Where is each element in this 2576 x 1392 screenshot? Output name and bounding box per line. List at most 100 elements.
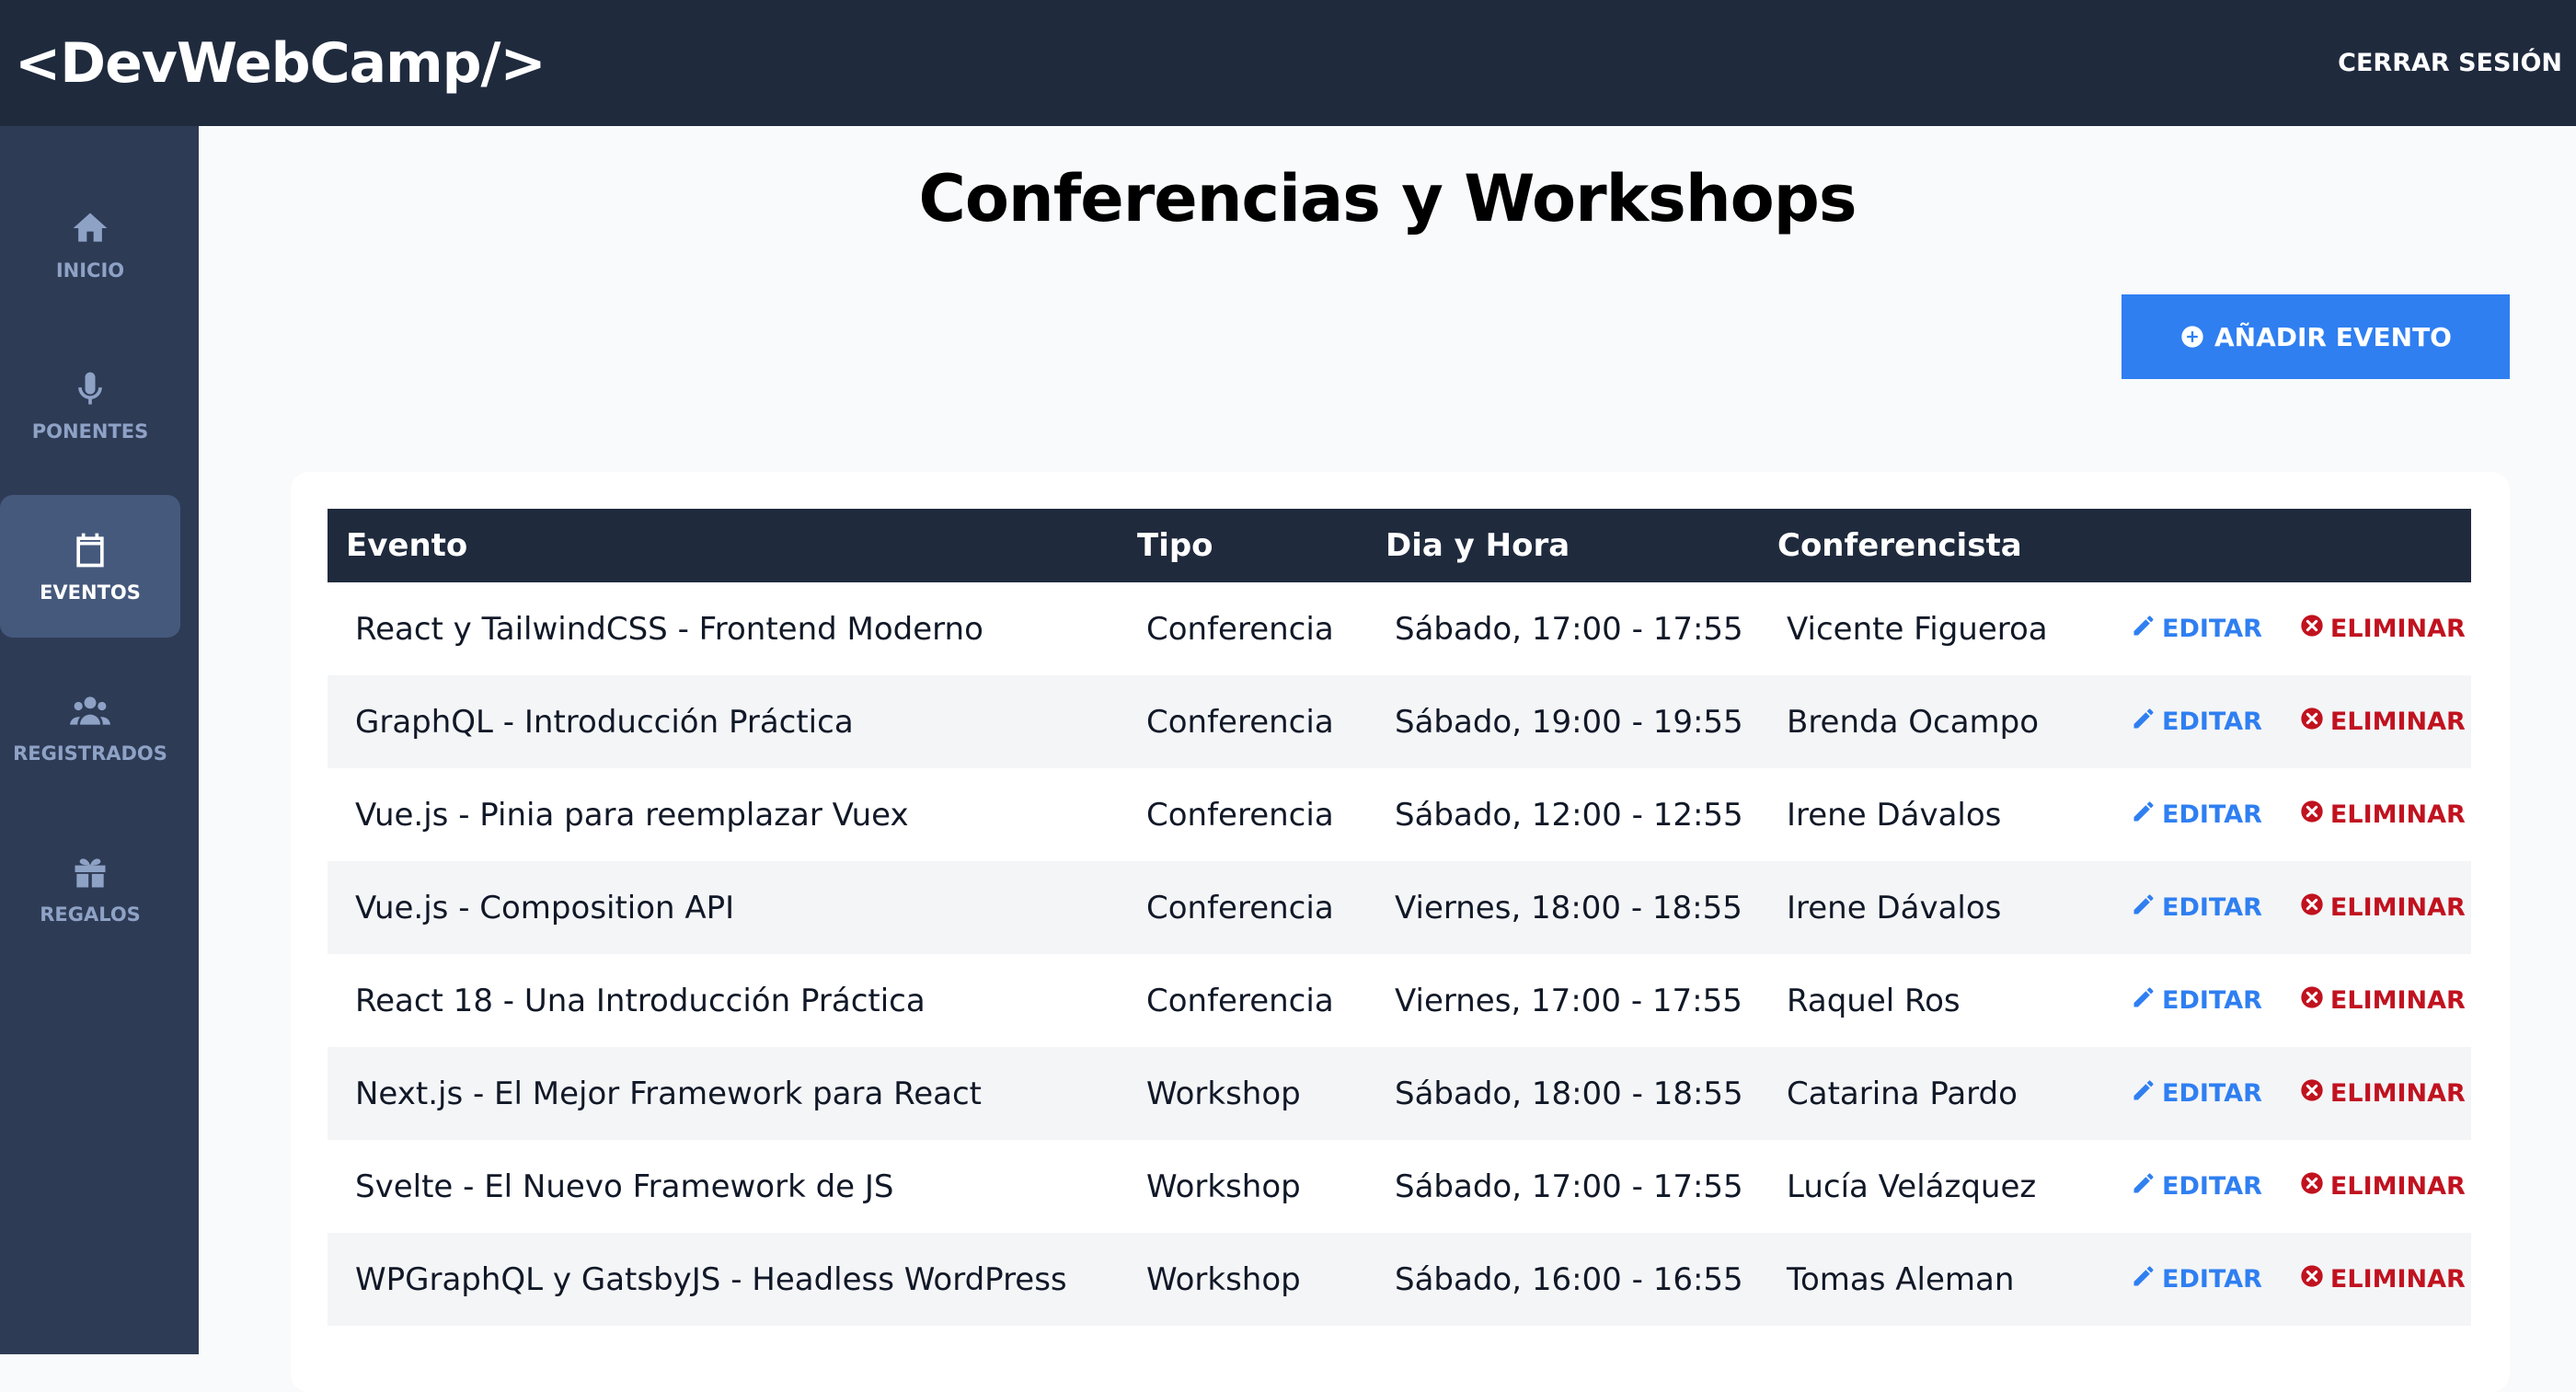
close-circle-icon: [2299, 1263, 2325, 1295]
cell-dia-hora: Sábado, 16:00 - 16:55: [1395, 1260, 1743, 1298]
cell-evento: Svelte - El Nuevo Framework de JS: [355, 1168, 894, 1205]
cell-dia-hora: Sábado, 18:00 - 18:55: [1395, 1075, 1743, 1112]
cell-actions: EDITAR ELIMINAR: [2103, 1140, 2471, 1233]
close-circle-icon: [2299, 799, 2325, 831]
column-header-tipo: Tipo: [1137, 527, 1213, 564]
sidebar-item-ponentes[interactable]: PONENTES: [0, 334, 180, 477]
add-event-button[interactable]: AÑADIR EVENTO: [2122, 294, 2510, 379]
table-row: Svelte - El Nuevo Framework de JS Worksho…: [328, 1140, 2471, 1233]
cell-tipo: Conferencia: [1146, 982, 1334, 1019]
edit-button[interactable]: EDITAR: [2131, 613, 2262, 645]
edit-label: EDITAR: [2162, 800, 2262, 829]
microphone-icon: [78, 372, 102, 404]
edit-label: EDITAR: [2162, 986, 2262, 1015]
close-circle-icon: [2299, 984, 2325, 1017]
cell-conferencista: Catarina Pardo: [1787, 1075, 2018, 1112]
cell-dia-hora: Sábado, 17:00 - 17:55: [1395, 1168, 1743, 1205]
sidebar-item-label: REGISTRADOS: [13, 742, 167, 765]
cell-conferencista: Tomas Aleman: [1787, 1260, 2015, 1298]
sidebar-item-registrados[interactable]: REGISTRADOS: [0, 656, 180, 799]
edit-button[interactable]: EDITAR: [2131, 984, 2262, 1017]
cell-evento: GraphQL - Introducción Práctica: [355, 703, 854, 741]
delete-label: ELIMINAR: [2329, 708, 2466, 736]
cell-conferencista: Irene Dávalos: [1787, 889, 2002, 926]
close-circle-icon: [2299, 1170, 2325, 1202]
main-content: Conferencias y Workshops AÑADIR EVENTO E…: [199, 126, 2576, 1392]
edit-label: EDITAR: [2162, 708, 2262, 736]
edit-button[interactable]: EDITAR: [2131, 706, 2262, 738]
delete-button[interactable]: ELIMINAR: [2299, 613, 2466, 645]
app-logo[interactable]: <DevWebCamp/>: [15, 31, 546, 96]
events-card: Evento Tipo Dia y Hora Conferencista Rea…: [291, 472, 2510, 1392]
delete-label: ELIMINAR: [2329, 986, 2466, 1015]
delete-label: ELIMINAR: [2329, 1265, 2466, 1294]
cell-conferencista: Vicente Figueroa: [1787, 610, 2048, 648]
delete-button[interactable]: ELIMINAR: [2299, 799, 2466, 831]
sidebar: INICIO PONENTES EVENTOS REGISTRADOS REGA…: [0, 126, 199, 1354]
edit-button[interactable]: EDITAR: [2131, 1263, 2262, 1295]
table-row: Vue.js - Composition API Conferencia Viern…: [328, 861, 2471, 954]
delete-label: ELIMINAR: [2329, 1172, 2466, 1201]
table-body: React y TailwindCSS - Frontend Moderno Co…: [328, 582, 2471, 1326]
row-actions: EDITAR ELIMINAR: [2131, 799, 2471, 831]
edit-button[interactable]: EDITAR: [2131, 1170, 2262, 1202]
row-actions: EDITAR ELIMINAR: [2131, 1077, 2471, 1110]
cell-tipo: Workshop: [1146, 1075, 1301, 1112]
pencil-icon: [2131, 1170, 2156, 1202]
cell-dia-hora: Sábado, 17:00 - 17:55: [1395, 610, 1743, 648]
row-actions: EDITAR ELIMINAR: [2131, 1170, 2471, 1202]
column-header-dia-hora: Dia y Hora: [1386, 527, 1570, 564]
sidebar-item-eventos[interactable]: EVENTOS: [0, 495, 180, 638]
row-actions: EDITAR ELIMINAR: [2131, 706, 2471, 738]
delete-button[interactable]: ELIMINAR: [2299, 892, 2466, 924]
row-actions: EDITAR ELIMINAR: [2131, 892, 2471, 924]
edit-label: EDITAR: [2162, 1079, 2262, 1108]
delete-label: ELIMINAR: [2329, 800, 2466, 829]
edit-button[interactable]: EDITAR: [2131, 799, 2262, 831]
cell-evento: React 18 - Una Introducción Práctica: [355, 982, 926, 1019]
logout-button[interactable]: CERRAR SESIÓN: [2338, 49, 2562, 77]
delete-button[interactable]: ELIMINAR: [2299, 706, 2466, 738]
delete-label: ELIMINAR: [2329, 893, 2466, 922]
delete-button[interactable]: ELIMINAR: [2299, 984, 2466, 1017]
cell-conferencista: Irene Dávalos: [1787, 796, 2002, 834]
edit-button[interactable]: EDITAR: [2131, 1077, 2262, 1110]
sidebar-item-label: INICIO: [55, 259, 125, 282]
gift-icon: [75, 857, 106, 887]
cell-evento: WPGraphQL y GatsbyJS - Headless WordPres…: [355, 1260, 1067, 1298]
edit-label: EDITAR: [2162, 1265, 2262, 1294]
page-title: Conferencias y Workshops: [918, 161, 1857, 236]
delete-button[interactable]: ELIMINAR: [2299, 1170, 2466, 1202]
cell-evento: Next.js - El Mejor Framework para React: [355, 1075, 983, 1112]
plus-circle-icon: [2181, 326, 2203, 348]
pencil-icon: [2131, 613, 2156, 645]
edit-label: EDITAR: [2162, 615, 2262, 643]
edit-label: EDITAR: [2162, 893, 2262, 922]
pencil-icon: [2131, 984, 2156, 1017]
add-event-label: AÑADIR EVENTO: [2214, 321, 2452, 352]
column-header-actions: [2103, 509, 2471, 582]
delete-label: ELIMINAR: [2329, 1079, 2466, 1108]
sidebar-item-inicio[interactable]: INICIO: [0, 173, 180, 316]
pencil-icon: [2131, 799, 2156, 831]
table-header-row: Evento Tipo Dia y Hora Conferencista: [328, 509, 2471, 582]
table-row: WPGraphQL y GatsbyJS - Headless WordPres…: [328, 1233, 2471, 1326]
cell-conferencista: Brenda Ocampo: [1787, 703, 2040, 741]
edit-button[interactable]: EDITAR: [2131, 892, 2262, 924]
calendar-icon: [76, 533, 104, 567]
column-header-evento: Evento: [346, 527, 468, 564]
events-table: Evento Tipo Dia y Hora Conferencista Rea…: [328, 509, 2471, 1326]
cell-tipo: Workshop: [1146, 1168, 1301, 1205]
delete-button[interactable]: ELIMINAR: [2299, 1077, 2466, 1110]
delete-label: ELIMINAR: [2329, 615, 2466, 643]
close-circle-icon: [2299, 706, 2325, 738]
cell-dia-hora: Viernes, 18:00 - 18:55: [1395, 889, 1742, 926]
table-row: Vue.js - Pinia para reemplazar Vuex Confe…: [328, 768, 2471, 861]
delete-button[interactable]: ELIMINAR: [2299, 1263, 2466, 1295]
cell-actions: EDITAR ELIMINAR: [2103, 954, 2471, 1047]
cell-dia-hora: Viernes, 17:00 - 17:55: [1395, 982, 1742, 1019]
sidebar-item-label: PONENTES: [31, 420, 149, 443]
cell-actions: EDITAR ELIMINAR: [2103, 582, 2471, 675]
pencil-icon: [2131, 892, 2156, 924]
sidebar-item-regalos[interactable]: REGALOS: [0, 817, 180, 960]
